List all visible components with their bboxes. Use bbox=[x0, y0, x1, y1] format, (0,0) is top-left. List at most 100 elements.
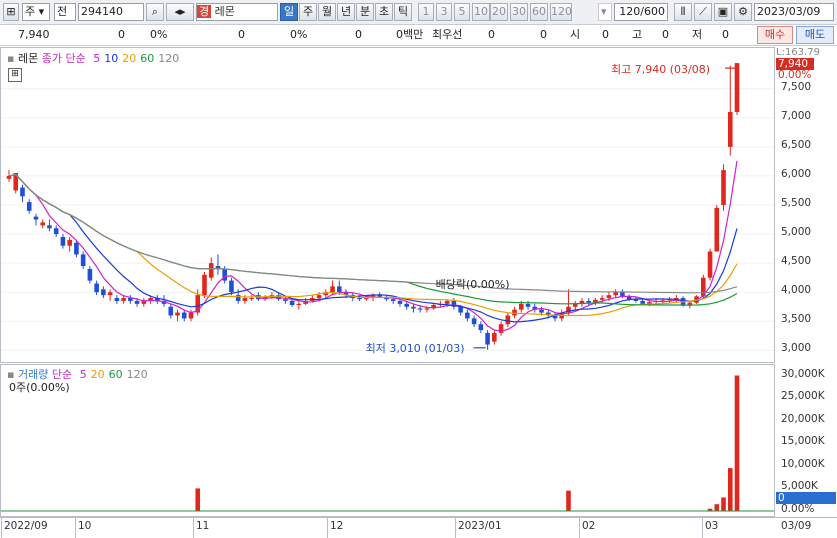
interval-button-10[interactable]: 10 bbox=[472, 3, 490, 21]
candle-body bbox=[235, 295, 241, 301]
candle-body bbox=[202, 274, 207, 296]
prefix-select[interactable]: 전 bbox=[54, 3, 76, 21]
candle-type-icon[interactable]: ⫴ bbox=[674, 3, 692, 21]
quote-change-pct: 0% bbox=[150, 28, 168, 41]
code-input[interactable]: 294140 bbox=[78, 3, 144, 21]
candle-body bbox=[397, 300, 403, 304]
candle-body bbox=[87, 268, 93, 281]
candle-body bbox=[714, 207, 720, 252]
period-button-0[interactable]: 일 bbox=[280, 3, 298, 21]
buy-button[interactable]: 매수 bbox=[757, 26, 793, 44]
volume-tick: 20,000K bbox=[781, 412, 825, 425]
candle-body bbox=[539, 309, 544, 313]
indicator-icon[interactable]: ⟋ bbox=[694, 3, 712, 21]
date-label: 03 bbox=[705, 520, 719, 532]
date-divider bbox=[75, 518, 76, 538]
date-divider bbox=[193, 518, 194, 538]
low-v: 0 bbox=[722, 28, 729, 41]
candle-body bbox=[168, 306, 174, 316]
interval-button-5[interactable]: 5 bbox=[454, 3, 470, 21]
price-pane: ▪ 레몬 종가 단순 5 10 20 60 120 ⊞ 최고 7,940 (03/08)… bbox=[0, 47, 775, 363]
candle-body bbox=[33, 216, 39, 220]
high-label: 고 bbox=[632, 28, 643, 41]
period-button-4[interactable]: 분 bbox=[356, 3, 374, 21]
interval-button-1[interactable]: 1 bbox=[418, 3, 434, 21]
interval-button-3[interactable]: 3 bbox=[436, 3, 452, 21]
volume-bar bbox=[734, 375, 740, 511]
date-axis: 2022/09 10 11 12 2023/01 02 03 03/09 bbox=[0, 517, 837, 538]
candle-body bbox=[20, 187, 25, 197]
candle-body bbox=[485, 332, 490, 345]
candle-body bbox=[390, 299, 396, 301]
stock-nav-icon[interactable]: ◂▸ bbox=[166, 3, 194, 21]
candle-body bbox=[67, 239, 72, 246]
count-value: 120 bbox=[619, 5, 641, 18]
candle-body bbox=[181, 312, 187, 319]
interval-button-20[interactable]: 20 bbox=[490, 3, 508, 21]
candle-body bbox=[458, 306, 463, 313]
period-button-3[interactable]: 년 bbox=[337, 3, 355, 21]
candle-body bbox=[47, 225, 52, 229]
date-field[interactable]: 2023/03/09 bbox=[754, 3, 834, 21]
candle-body bbox=[721, 170, 726, 205]
date-label: 10 bbox=[78, 520, 92, 532]
volume-tick: 30,000K bbox=[781, 367, 825, 380]
candle-body bbox=[114, 298, 120, 301]
candle-body bbox=[80, 254, 86, 267]
interval-button-120[interactable]: 120 bbox=[550, 3, 572, 21]
candle-body bbox=[134, 300, 140, 304]
quote-amount: 0 bbox=[355, 28, 362, 41]
price-tick: 5,500 bbox=[781, 197, 812, 209]
volume-tick: 10,000K bbox=[781, 457, 825, 470]
candle-body bbox=[586, 300, 592, 303]
sell-button[interactable]: 매도 bbox=[796, 26, 834, 44]
price-pct-tag: 0.00% bbox=[778, 69, 812, 81]
interval-button-60[interactable]: 60 bbox=[530, 3, 548, 21]
candle-body bbox=[316, 295, 322, 299]
price-tick: 7,500 bbox=[781, 80, 812, 93]
date-label: 11 bbox=[196, 520, 210, 532]
candle-body bbox=[26, 202, 32, 211]
candle-body bbox=[296, 303, 302, 306]
date-divider bbox=[327, 518, 328, 538]
count-field[interactable]: 120/600 bbox=[614, 3, 668, 21]
candle-body bbox=[572, 303, 578, 307]
best-label: 최우선 bbox=[432, 28, 463, 41]
candle-body bbox=[478, 324, 484, 331]
candle-body bbox=[599, 298, 605, 300]
axis-top-label: L:163.79 bbox=[776, 47, 820, 58]
quote-volume-pct: 0% bbox=[290, 28, 308, 41]
stock-name-field[interactable]: 경 레몬 bbox=[196, 3, 278, 21]
candle-body bbox=[492, 332, 497, 342]
volume-bar bbox=[727, 468, 733, 511]
candle-body bbox=[471, 318, 477, 325]
volume-bar bbox=[566, 490, 571, 511]
toolbar: ⊞ 주 ▾ 전 294140 ⌕ ◂▸ 경 레몬 일주월년분초틱 1 3 5 10 20… bbox=[0, 0, 837, 25]
period-button-1[interactable]: 주 bbox=[299, 3, 317, 21]
interval-button-30[interactable]: 30 bbox=[510, 3, 528, 21]
chart-menu-icon[interactable]: ⊞ bbox=[3, 3, 19, 21]
candle-body bbox=[606, 295, 612, 299]
candle-body bbox=[707, 251, 713, 278]
candle-body bbox=[107, 292, 113, 296]
date-divider bbox=[579, 518, 580, 538]
volume-tag: 0 bbox=[776, 492, 836, 504]
best-value: 0 bbox=[488, 28, 495, 41]
candle-body bbox=[208, 263, 214, 278]
price-tick: 3,500 bbox=[781, 313, 812, 326]
save-icon[interactable]: ▣ bbox=[714, 3, 732, 21]
dropdown-arrow-icon[interactable]: ▾ bbox=[598, 3, 612, 21]
search-icon[interactable]: ⌕ bbox=[146, 3, 164, 21]
volume-tick: 15,000K bbox=[781, 435, 825, 448]
gear-icon[interactable]: ⚙ bbox=[734, 3, 752, 21]
candle-body bbox=[229, 280, 234, 293]
market-select[interactable]: 주 ▾ bbox=[22, 3, 50, 21]
candle-body bbox=[613, 292, 618, 296]
period-button-6[interactable]: 틱 bbox=[394, 3, 412, 21]
period-button-5[interactable]: 초 bbox=[375, 3, 393, 21]
open-label: 시 bbox=[570, 28, 581, 41]
low-label: 저 bbox=[692, 28, 703, 41]
period-button-2[interactable]: 월 bbox=[318, 3, 336, 21]
candle-body bbox=[175, 312, 180, 316]
candle-body bbox=[357, 298, 362, 300]
